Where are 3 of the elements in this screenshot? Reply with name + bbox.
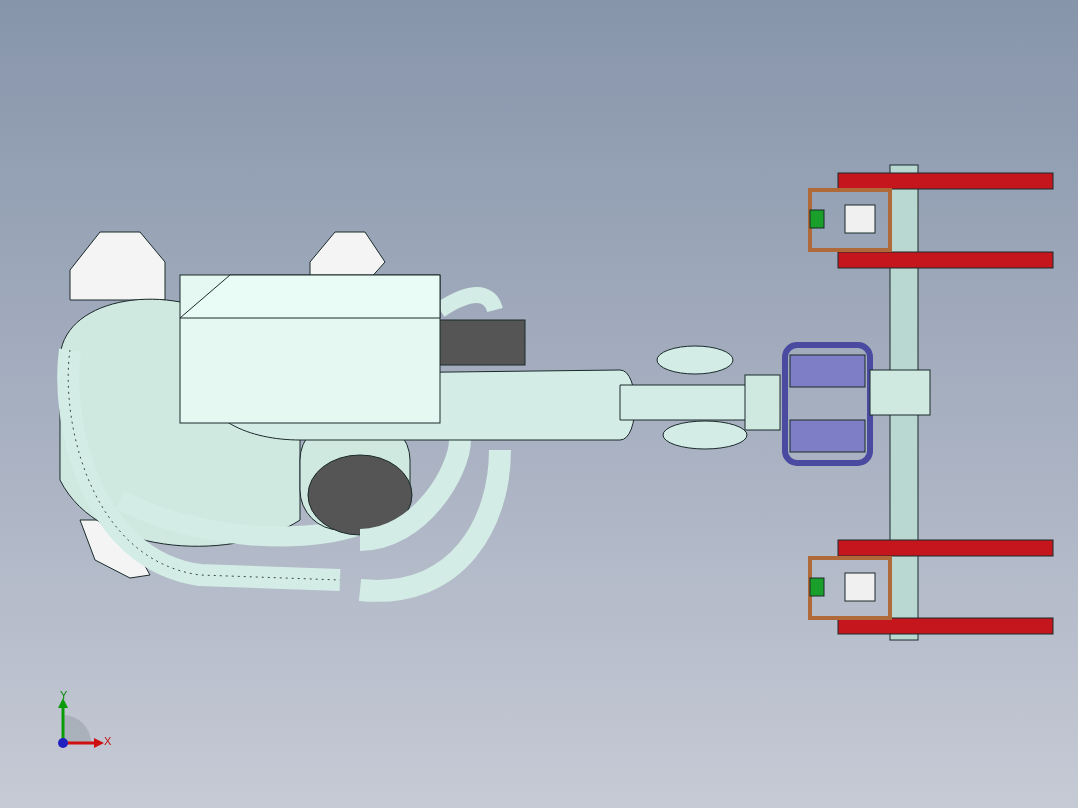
x-axis-label: X (104, 735, 112, 747)
axis-triad-drawing (58, 698, 104, 748)
y-axis-label: Y (60, 689, 68, 701)
